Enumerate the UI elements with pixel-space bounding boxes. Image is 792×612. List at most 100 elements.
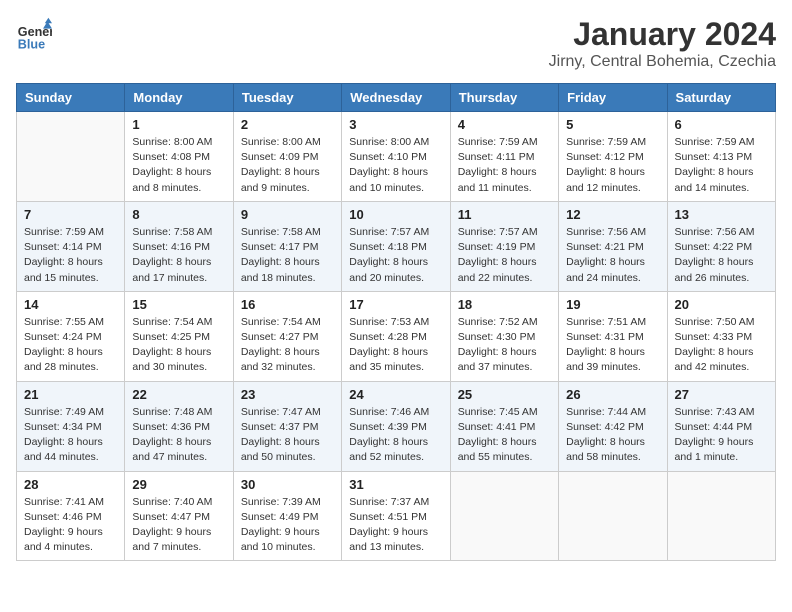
day-info: Sunrise: 7:56 AMSunset: 4:22 PMDaylight:…: [675, 225, 768, 286]
calendar-week-row: 14Sunrise: 7:55 AMSunset: 4:24 PMDayligh…: [17, 291, 776, 381]
day-number: 9: [241, 207, 334, 222]
calendar-day-cell: 31 Sunrise: 7:37 AMSunset: 4:51 PMDayligh…: [342, 471, 450, 561]
weekday-header-friday: Friday: [559, 84, 667, 112]
calendar-day-cell: 17 Sunrise: 7:53 AMSunset: 4:28 PMDayligh…: [342, 291, 450, 381]
calendar-day-cell: [450, 471, 558, 561]
day-number: 12: [566, 207, 659, 222]
calendar-day-cell: 20 Sunrise: 7:50 AMSunset: 4:33 PMDayligh…: [667, 291, 775, 381]
logo-icon: General Blue: [16, 16, 52, 52]
day-number: 22: [132, 387, 225, 402]
day-number: 7: [24, 207, 117, 222]
day-number: 31: [349, 477, 442, 492]
calendar-day-cell: 19Sunrise: 7:51 AMSunset: 4:31 PMDayligh…: [559, 291, 667, 381]
svg-text:Blue: Blue: [18, 37, 45, 51]
day-number: 25: [458, 387, 551, 402]
calendar-day-cell: 22Sunrise: 7:48 AMSunset: 4:36 PMDayligh…: [125, 381, 233, 471]
weekday-header-sunday: Sunday: [17, 84, 125, 112]
weekday-header-tuesday: Tuesday: [233, 84, 341, 112]
logo: General Blue: [16, 16, 56, 52]
day-info: Sunrise: 7:59 AMSunset: 4:12 PMDaylight:…: [566, 135, 659, 196]
day-info: Sunrise: 7:39 AMSunset: 4:49 PMDaylight:…: [241, 495, 334, 556]
calendar-day-cell: 29 Sunrise: 7:40 AMSunset: 4:47 PMDayligh…: [125, 471, 233, 561]
day-info: Sunrise: 7:40 AMSunset: 4:47 PMDaylight:…: [132, 495, 225, 556]
calendar-day-cell: 18Sunrise: 7:52 AMSunset: 4:30 PMDayligh…: [450, 291, 558, 381]
day-number: 16: [241, 297, 334, 312]
calendar-week-row: 28 Sunrise: 7:41 AMSunset: 4:46 PMDayligh…: [17, 471, 776, 561]
day-number: 24: [349, 387, 442, 402]
calendar-day-cell: 16 Sunrise: 7:54 AMSunset: 4:27 PMDayligh…: [233, 291, 341, 381]
calendar-day-cell: 27 Sunrise: 7:43 AMSunset: 4:44 PMDayligh…: [667, 381, 775, 471]
calendar-day-cell: 15Sunrise: 7:54 AMSunset: 4:25 PMDayligh…: [125, 291, 233, 381]
day-info: Sunrise: 7:55 AMSunset: 4:24 PMDaylight:…: [24, 315, 117, 376]
calendar-day-cell: 13 Sunrise: 7:56 AMSunset: 4:22 PMDayligh…: [667, 201, 775, 291]
day-number: 28: [24, 477, 117, 492]
day-info: Sunrise: 7:56 AMSunset: 4:21 PMDaylight:…: [566, 225, 659, 286]
day-info: Sunrise: 7:41 AMSunset: 4:46 PMDaylight:…: [24, 495, 117, 556]
day-number: 21: [24, 387, 117, 402]
day-info: Sunrise: 7:59 AMSunset: 4:11 PMDaylight:…: [458, 135, 551, 196]
calendar-day-cell: 26Sunrise: 7:44 AMSunset: 4:42 PMDayligh…: [559, 381, 667, 471]
day-number: 11: [458, 207, 551, 222]
weekday-header-row: SundayMondayTuesdayWednesdayThursdayFrid…: [17, 84, 776, 112]
calendar-week-row: 21 Sunrise: 7:49 AMSunset: 4:34 PMDayligh…: [17, 381, 776, 471]
calendar-week-row: 1Sunrise: 8:00 AMSunset: 4:08 PMDaylight…: [17, 112, 776, 202]
title-block: January 2024 Jirny, Central Bohemia, Cze…: [549, 16, 776, 71]
day-number: 8: [132, 207, 225, 222]
weekday-header-thursday: Thursday: [450, 84, 558, 112]
weekday-header-wednesday: Wednesday: [342, 84, 450, 112]
day-info: Sunrise: 7:58 AMSunset: 4:16 PMDaylight:…: [132, 225, 225, 286]
day-number: 29: [132, 477, 225, 492]
calendar-day-cell: 4 Sunrise: 7:59 AMSunset: 4:11 PMDaylight…: [450, 112, 558, 202]
day-number: 20: [675, 297, 768, 312]
calendar-day-cell: 23 Sunrise: 7:47 AMSunset: 4:37 PMDayligh…: [233, 381, 341, 471]
day-info: Sunrise: 7:44 AMSunset: 4:42 PMDaylight:…: [566, 405, 659, 466]
calendar-week-row: 7 Sunrise: 7:59 AMSunset: 4:14 PMDaylight…: [17, 201, 776, 291]
calendar-day-cell: 30 Sunrise: 7:39 AMSunset: 4:49 PMDayligh…: [233, 471, 341, 561]
calendar-title: January 2024: [549, 16, 776, 53]
day-info: Sunrise: 7:50 AMSunset: 4:33 PMDaylight:…: [675, 315, 768, 376]
day-number: 23: [241, 387, 334, 402]
calendar-day-cell: 5 Sunrise: 7:59 AMSunset: 4:12 PMDaylight…: [559, 112, 667, 202]
calendar-day-cell: 14Sunrise: 7:55 AMSunset: 4:24 PMDayligh…: [17, 291, 125, 381]
weekday-header-monday: Monday: [125, 84, 233, 112]
day-info: Sunrise: 7:59 AMSunset: 4:13 PMDaylight:…: [675, 135, 768, 196]
day-number: 17: [349, 297, 442, 312]
page-header: General Blue January 2024 Jirny, Central…: [16, 16, 776, 71]
calendar-subtitle: Jirny, Central Bohemia, Czechia: [549, 53, 776, 71]
day-info: Sunrise: 7:47 AMSunset: 4:37 PMDaylight:…: [241, 405, 334, 466]
day-info: Sunrise: 7:59 AMSunset: 4:14 PMDaylight:…: [24, 225, 117, 286]
day-info: Sunrise: 8:00 AMSunset: 4:09 PMDaylight:…: [241, 135, 334, 196]
calendar-day-cell: 12 Sunrise: 7:56 AMSunset: 4:21 PMDayligh…: [559, 201, 667, 291]
calendar-day-cell: 9 Sunrise: 7:58 AMSunset: 4:17 PMDaylight…: [233, 201, 341, 291]
calendar-table: SundayMondayTuesdayWednesdayThursdayFrid…: [16, 83, 776, 561]
day-number: 27: [675, 387, 768, 402]
day-info: Sunrise: 7:37 AMSunset: 4:51 PMDaylight:…: [349, 495, 442, 556]
day-info: Sunrise: 7:49 AMSunset: 4:34 PMDaylight:…: [24, 405, 117, 466]
day-info: Sunrise: 7:52 AMSunset: 4:30 PMDaylight:…: [458, 315, 551, 376]
day-number: 1: [132, 117, 225, 132]
calendar-day-cell: 3Sunrise: 8:00 AMSunset: 4:10 PMDaylight…: [342, 112, 450, 202]
weekday-header-saturday: Saturday: [667, 84, 775, 112]
day-number: 10: [349, 207, 442, 222]
day-number: 2: [241, 117, 334, 132]
calendar-day-cell: 11Sunrise: 7:57 AMSunset: 4:19 PMDayligh…: [450, 201, 558, 291]
calendar-day-cell: 24Sunrise: 7:46 AMSunset: 4:39 PMDayligh…: [342, 381, 450, 471]
day-info: Sunrise: 8:00 AMSunset: 4:10 PMDaylight:…: [349, 135, 442, 196]
calendar-day-cell: 7 Sunrise: 7:59 AMSunset: 4:14 PMDaylight…: [17, 201, 125, 291]
day-number: 13: [675, 207, 768, 222]
day-info: Sunrise: 7:54 AMSunset: 4:27 PMDaylight:…: [241, 315, 334, 376]
day-number: 6: [675, 117, 768, 132]
calendar-day-cell: [17, 112, 125, 202]
day-info: Sunrise: 7:58 AMSunset: 4:17 PMDaylight:…: [241, 225, 334, 286]
day-info: Sunrise: 7:51 AMSunset: 4:31 PMDaylight:…: [566, 315, 659, 376]
day-info: Sunrise: 7:45 AMSunset: 4:41 PMDaylight:…: [458, 405, 551, 466]
day-number: 4: [458, 117, 551, 132]
calendar-day-cell: [667, 471, 775, 561]
day-info: Sunrise: 7:53 AMSunset: 4:28 PMDaylight:…: [349, 315, 442, 376]
day-number: 30: [241, 477, 334, 492]
day-info: Sunrise: 7:57 AMSunset: 4:18 PMDaylight:…: [349, 225, 442, 286]
day-info: Sunrise: 7:43 AMSunset: 4:44 PMDaylight:…: [675, 405, 768, 466]
calendar-day-cell: [559, 471, 667, 561]
day-number: 5: [566, 117, 659, 132]
calendar-day-cell: 28 Sunrise: 7:41 AMSunset: 4:46 PMDayligh…: [17, 471, 125, 561]
